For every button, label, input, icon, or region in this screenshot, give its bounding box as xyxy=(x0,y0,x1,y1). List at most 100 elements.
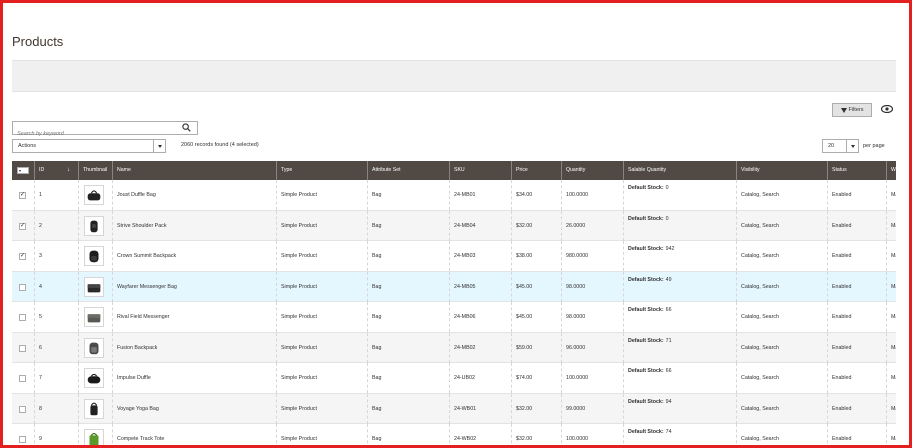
search-box xyxy=(12,121,198,140)
cell-websites: Ma xyxy=(886,424,896,445)
cell-salable-quantity: Default Stock: 74 xyxy=(623,424,736,445)
cell-salable-quantity: Default Stock: 0 xyxy=(623,180,736,210)
table-row[interactable]: 8 Voyage Yoga Bag Simple Product Bag 24-WB01… xyxy=(12,393,896,424)
per-page-select[interactable]: 20 xyxy=(822,139,859,153)
column-header-status[interactable]: Status xyxy=(827,161,886,180)
cell-type: Simple Product xyxy=(276,271,367,302)
row-checkbox[interactable]: ✓ xyxy=(19,253,26,260)
product-thumbnail[interactable] xyxy=(84,429,104,445)
cell-quantity: 100.0000 xyxy=(561,180,623,210)
actions-dropdown[interactable]: Actions xyxy=(12,139,166,153)
cell-status: Enabled xyxy=(827,393,886,424)
cell-type: Simple Product xyxy=(276,302,367,332)
cell-sku: 24-WB01 xyxy=(449,393,511,424)
stock-label: Default Stock: xyxy=(628,368,664,374)
filters-button[interactable]: Filters xyxy=(832,103,872,117)
stock-label: Default Stock: xyxy=(628,337,664,344)
column-header-sku[interactable]: SKU xyxy=(449,161,511,180)
cell-sku: 24-MB03 xyxy=(449,241,511,271)
cell-thumbnail xyxy=(78,302,112,332)
cell-id: 5 xyxy=(34,302,78,332)
cell-price: $38.00 xyxy=(511,241,561,271)
row-checkbox[interactable] xyxy=(19,436,26,443)
cell-status: Enabled xyxy=(827,241,886,271)
product-thumbnail[interactable] xyxy=(84,398,104,419)
cell-attribute-set: Bag xyxy=(367,210,449,241)
cell-select: ✓ xyxy=(12,211,34,241)
cell-price: $32.00 xyxy=(511,210,561,241)
product-thumbnail[interactable] xyxy=(84,337,104,358)
column-header-id[interactable]: ID xyxy=(34,161,78,180)
column-header-thumbnail[interactable]: Thumbnail xyxy=(78,161,112,180)
table-row[interactable]: 5 Rival Field Messenger Simple Product Bag 2… xyxy=(12,302,896,333)
product-thumbnail[interactable] xyxy=(84,368,104,388)
cell-attribute-set: Bag xyxy=(367,180,449,210)
column-header-name[interactable]: Name xyxy=(112,161,276,180)
product-thumbnail[interactable] xyxy=(84,246,104,266)
row-checkbox[interactable] xyxy=(19,283,26,291)
product-thumbnail[interactable] xyxy=(84,185,104,205)
column-header-price[interactable]: Price xyxy=(511,161,561,180)
stock-value: 942 xyxy=(665,246,675,252)
column-header-websites[interactable]: We xyxy=(886,161,896,180)
chevron-down-icon xyxy=(846,140,858,152)
cell-name: Wayfarer Messenger Bag xyxy=(112,271,276,302)
cell-id: 1 xyxy=(34,180,78,210)
cell-price: $45.00 xyxy=(511,271,561,302)
cell-visibility: Catalog, Search xyxy=(736,332,827,363)
row-checkbox[interactable]: ✓ xyxy=(19,192,26,199)
cell-type: Simple Product xyxy=(276,241,367,271)
row-checkbox[interactable]: ✓ xyxy=(19,222,26,230)
table-row[interactable]: 7 Impulse Duffle Simple Product Bag 24-UB02 $… xyxy=(12,363,896,394)
stock-value: 74 xyxy=(665,429,672,435)
column-header-attribute-set[interactable]: Attribute Set xyxy=(367,161,449,180)
row-checkbox[interactable] xyxy=(19,405,26,413)
table-row[interactable]: 4 Wayfarer Messenger Bag Simple Product Bag… xyxy=(12,271,896,302)
cell-sku: 24-MB06 xyxy=(449,302,511,332)
cell-thumbnail xyxy=(78,424,112,445)
row-checkbox[interactable] xyxy=(19,344,26,352)
table-row[interactable]: ✓ 3 Crown Summit Backpack Simple Product Bag… xyxy=(12,241,896,272)
column-header-quantity[interactable]: Quantity xyxy=(561,161,623,180)
table-row[interactable]: ✓ 2 Strive Shoulder Pack Simple Product Bag 2… xyxy=(12,210,896,241)
cell-sku: 24-MB02 xyxy=(449,332,511,363)
cell-id: 9 xyxy=(34,424,78,445)
mass-select-checkbox[interactable]: ▾ xyxy=(17,167,29,174)
table-row[interactable]: 9 Compete Track Tote Simple Product Bag 24-W… xyxy=(12,424,896,445)
cell-type: Simple Product xyxy=(276,332,367,363)
column-header-type[interactable]: Type xyxy=(276,161,367,180)
chevron-down-icon xyxy=(153,140,165,152)
cell-type: Simple Product xyxy=(276,210,367,241)
cell-visibility: Catalog, Search xyxy=(736,180,827,210)
eye-icon[interactable] xyxy=(880,104,894,115)
product-thumbnail[interactable] xyxy=(84,276,104,297)
cell-attribute-set: Bag xyxy=(367,393,449,424)
cell-thumbnail xyxy=(78,241,112,271)
cell-select: ✓ xyxy=(12,180,34,210)
cell-attribute-set: Bag xyxy=(367,332,449,363)
cell-quantity: 99.0000 xyxy=(561,393,623,424)
row-checkbox[interactable] xyxy=(19,375,26,382)
cell-websites: Ma xyxy=(886,241,896,271)
cell-visibility: Catalog, Search xyxy=(736,393,827,424)
product-thumbnail[interactable] xyxy=(84,307,104,327)
cell-name: Rival Field Messenger xyxy=(112,302,276,332)
row-checkbox[interactable] xyxy=(19,314,26,321)
column-header-visibility[interactable]: Visibility xyxy=(736,161,827,180)
search-icon[interactable] xyxy=(182,123,191,132)
cell-attribute-set: Bag xyxy=(367,241,449,271)
stock-value: 49 xyxy=(665,276,672,283)
stock-value: 0 xyxy=(665,185,669,191)
cell-price: $74.00 xyxy=(511,363,561,393)
cell-quantity: 980.0000 xyxy=(561,241,623,271)
cell-id: 7 xyxy=(34,363,78,393)
cell-sku: 24-MB05 xyxy=(449,271,511,302)
cell-sku: 24-UB02 xyxy=(449,363,511,393)
product-thumbnail[interactable] xyxy=(84,215,104,236)
table-row[interactable]: ✓ 1 Joust Duffle Bag Simple Product Bag 24-MB… xyxy=(12,180,896,211)
cell-visibility: Catalog, Search xyxy=(736,363,827,393)
cell-sku: 24-MB04 xyxy=(449,210,511,241)
cell-price: $59.00 xyxy=(511,332,561,363)
cell-id: 4 xyxy=(34,271,78,302)
table-row[interactable]: 6 Fusion Backpack Simple Product Bag 24-MB02… xyxy=(12,332,896,363)
